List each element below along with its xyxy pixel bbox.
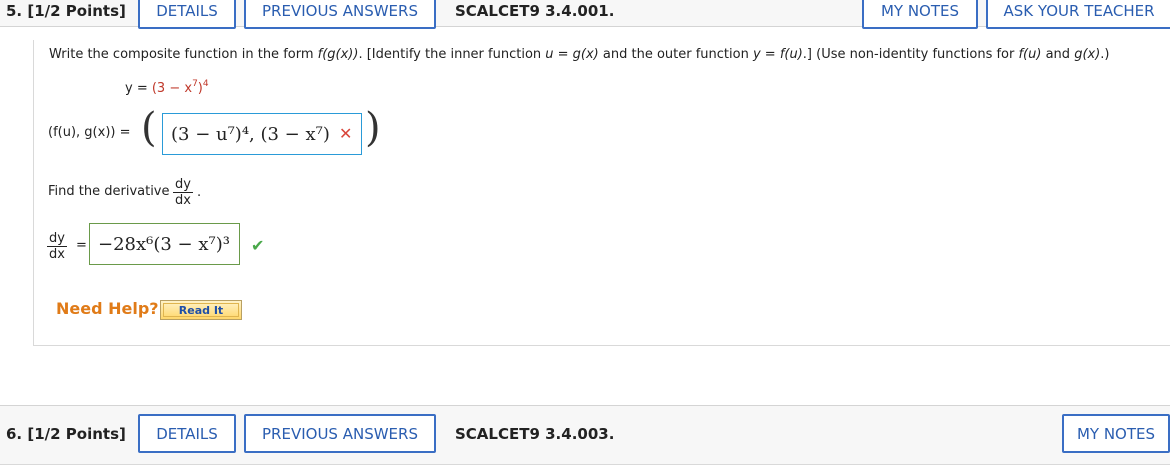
derivative-prompt: Find the derivative (48, 184, 170, 199)
question-points: [1/2 Points] (27, 2, 126, 20)
details-button[interactable]: DETAILS (138, 414, 236, 453)
ask-your-teacher-button[interactable]: ASK YOUR TEACHER (986, 0, 1170, 29)
question-prompt: Write the composite function in the form… (49, 47, 1110, 62)
my-notes-button[interactable]: MY NOTES (1062, 414, 1170, 453)
question-code: SCALCET9 3.4.003. (455, 425, 615, 443)
previous-answers-button[interactable]: PREVIOUS ANSWERS (244, 414, 436, 453)
equals-sign: = (76, 238, 87, 253)
question-code: SCALCET9 3.4.001. (455, 2, 615, 20)
composite-answer-field[interactable]: (3 − u⁷)⁴, (3 − x⁷) (162, 113, 362, 155)
question-points: [1/2 Points] (27, 425, 126, 443)
previous-answers-button[interactable]: PREVIOUS ANSWERS (244, 0, 436, 29)
question-5-number-points: 5. [1/2 Points] (6, 2, 126, 20)
composite-label: (f(u), g(x)) = (48, 125, 131, 140)
dy-dx-fraction: dy dx (173, 177, 193, 208)
question-number: 5. (6, 2, 23, 20)
question-6-number-points: 6. [1/2 Points] (6, 425, 126, 443)
derivative-answer-field[interactable]: −28x⁶(3 − x⁷)³ (89, 223, 240, 265)
question-number: 6. (6, 425, 23, 443)
my-notes-button[interactable]: MY NOTES (862, 0, 978, 29)
left-paren: ( (141, 105, 157, 151)
period: . (197, 185, 202, 200)
incorrect-icon: ✕ (339, 124, 353, 143)
need-help-label: Need Help? (56, 299, 159, 318)
right-paren: ) (365, 105, 381, 151)
given-function: y = (3 − x7)4 (125, 79, 209, 96)
function-expression: (3 − x7)4 (151, 79, 209, 96)
details-button[interactable]: DETAILS (138, 0, 236, 29)
correct-icon: ✔ (251, 236, 265, 255)
read-it-button[interactable]: Read It (160, 300, 242, 320)
dy-dx-label: dy dx (47, 231, 67, 262)
